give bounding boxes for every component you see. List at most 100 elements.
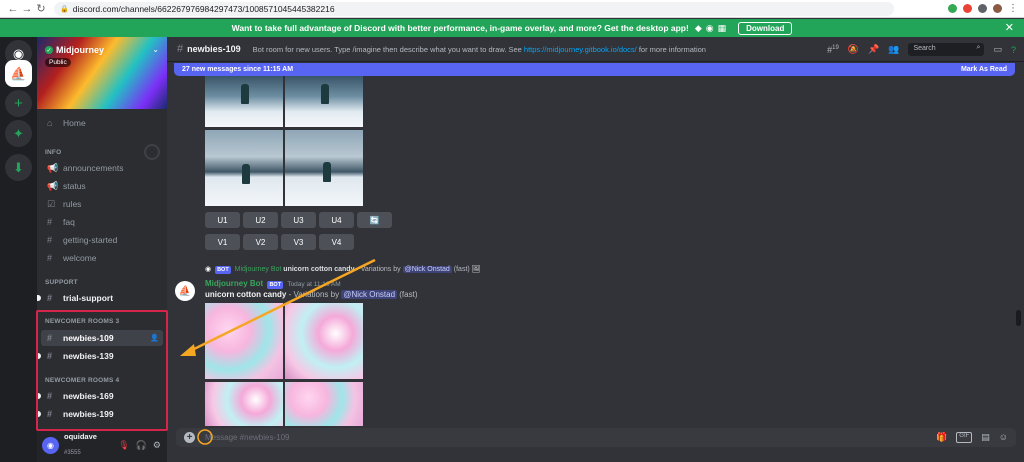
menu-dots-icon[interactable]: ⋮ bbox=[1008, 3, 1018, 14]
server-banner[interactable]: ✓ Midjourney Public ⌄ bbox=[37, 37, 167, 109]
megaphone-icon: 📢 bbox=[47, 162, 59, 173]
back-arrow-icon[interactable]: ← bbox=[6, 3, 20, 15]
channel-announcements[interactable]: 📢 announcements bbox=[41, 160, 163, 176]
image-tile[interactable] bbox=[285, 130, 363, 206]
profile-avatar-icon[interactable] bbox=[993, 4, 1002, 13]
variation-button-1[interactable]: V1 bbox=[205, 234, 240, 250]
address-bar[interactable]: 🔒 discord.com/channels/66226797698429747… bbox=[54, 1, 894, 16]
reply-reference[interactable]: ◉ BOT Midjourney Bot unicorn cotton cand… bbox=[205, 265, 481, 274]
chevron-down-icon[interactable]: ⌄ bbox=[152, 45, 159, 54]
channel-getting-started[interactable]: # getting-started bbox=[41, 232, 163, 248]
image-tile[interactable] bbox=[285, 76, 363, 127]
avatar[interactable]: ◉ bbox=[42, 437, 59, 454]
midjourney-server-icon[interactable]: ⛵ bbox=[5, 60, 32, 87]
message-composer[interactable]: + Message #newbies-109 🎁 GIF ▤ ☺ bbox=[176, 428, 1016, 447]
variation-button-3[interactable]: V3 bbox=[281, 234, 316, 250]
image-attachment-icon: 🖼 bbox=[471, 266, 481, 273]
docs-link[interactable]: https://midjourney.gitbook.io/docs/ bbox=[524, 45, 637, 54]
message-author[interactable]: Midjourney Bot bbox=[205, 279, 263, 288]
category-info[interactable]: INFO bbox=[45, 149, 61, 156]
explore-compass-icon[interactable]: ✦ bbox=[5, 120, 32, 147]
channel-trial-support[interactable]: # trial-support bbox=[37, 290, 163, 306]
gear-icon[interactable]: ⚙ bbox=[153, 440, 161, 451]
add-attachment-icon[interactable]: + bbox=[184, 432, 195, 443]
reroll-button[interactable]: 🔄 bbox=[357, 212, 392, 228]
download-apps-icon[interactable]: ⬇ bbox=[5, 154, 32, 181]
hash-icon: # bbox=[47, 253, 53, 263]
upscale-button-4[interactable]: U4 bbox=[319, 212, 354, 228]
avatar[interactable]: ⛵ bbox=[175, 281, 195, 301]
add-server-icon[interactable]: + bbox=[5, 90, 32, 117]
variation-button-2[interactable]: V2 bbox=[243, 234, 278, 250]
new-messages-bar[interactable]: 27 new messages since 11:15 AM Mark As R… bbox=[174, 63, 1015, 76]
search-input[interactable]: Search ⌕ bbox=[908, 43, 985, 56]
bot-badge: BOT bbox=[267, 281, 284, 289]
channel-rules[interactable]: ☑ rules bbox=[41, 196, 163, 212]
emoji-icon[interactable]: ☺ bbox=[999, 432, 1008, 443]
extension-icon[interactable] bbox=[963, 4, 972, 13]
hash-icon: # bbox=[47, 235, 53, 245]
variation-button-4[interactable]: V4 bbox=[319, 234, 354, 250]
help-icon[interactable]: ? bbox=[1011, 45, 1016, 55]
verified-check-icon: ✓ bbox=[45, 46, 53, 54]
forward-arrow-icon[interactable]: → bbox=[20, 3, 34, 15]
image-tile[interactable] bbox=[285, 382, 363, 426]
puzzle-icon[interactable] bbox=[978, 4, 987, 13]
mute-mic-icon[interactable]: 🎙 bbox=[118, 440, 129, 451]
user-info[interactable]: oquidave #3555 bbox=[64, 432, 97, 459]
reply-author[interactable]: Midjourney Bot bbox=[235, 266, 282, 273]
image-tile[interactable] bbox=[205, 382, 283, 426]
message-input[interactable]: Message #newbies-109 bbox=[205, 433, 290, 442]
reload-icon[interactable]: ↻ bbox=[34, 2, 48, 15]
mention[interactable]: @Nick Onstad bbox=[341, 290, 398, 299]
extensions-area: ⋮ bbox=[948, 3, 1018, 14]
mark-as-read-button[interactable]: Mark As Read bbox=[961, 66, 1007, 73]
user-controls: 🎙 🎧 ⚙ bbox=[118, 440, 161, 451]
bot-badge: BOT bbox=[215, 266, 231, 274]
download-button[interactable]: Download bbox=[738, 21, 793, 35]
image-tile[interactable] bbox=[285, 303, 363, 379]
inbox-icon[interactable]: ▭ bbox=[993, 44, 1002, 55]
sticker-icon[interactable]: ▤ bbox=[981, 432, 990, 443]
notification-bell-muted-icon[interactable]: 🔕 bbox=[848, 44, 859, 55]
refresh-icon: 🔄 bbox=[369, 215, 380, 225]
channel-status[interactable]: 📢 status bbox=[41, 178, 163, 194]
lock-icon: 🔒 bbox=[60, 5, 69, 13]
server-name[interactable]: ✓ Midjourney bbox=[45, 45, 104, 55]
browser-toolbar: ← → ↻ 🔒 discord.com/channels/66226797698… bbox=[0, 0, 1024, 18]
threaded-hash-icon: # bbox=[177, 43, 184, 55]
category-support[interactable]: SUPPORT bbox=[45, 279, 78, 286]
user-tag: #3555 bbox=[64, 449, 81, 456]
arrow-head bbox=[180, 344, 196, 356]
scrollbar-thumb[interactable] bbox=[1016, 310, 1021, 326]
message-header: Midjourney Bot BOT Today at 11:16 AM bbox=[205, 279, 341, 289]
upscale-button-1[interactable]: U1 bbox=[205, 212, 240, 228]
header-toolbar: #19 🔕 📌 👥 Search ⌕ ▭ ? bbox=[827, 43, 1016, 56]
image-tile[interactable] bbox=[205, 303, 283, 379]
channel-welcome[interactable]: # welcome bbox=[41, 250, 163, 266]
headphones-icon[interactable]: 🎧 bbox=[136, 440, 147, 451]
channel-topic[interactable]: Bot room for new users. Type /imagine th… bbox=[253, 45, 706, 54]
channel-title: newbies-109 bbox=[187, 44, 241, 54]
gif-button[interactable]: GIF bbox=[956, 432, 973, 443]
channel-faq[interactable]: # faq bbox=[41, 214, 163, 230]
member-list-icon[interactable]: 👥 bbox=[888, 44, 899, 55]
rules-icon: ☑ bbox=[47, 198, 56, 209]
server-rail: ◉ ⛵ + ✦ ⬇ bbox=[0, 37, 37, 462]
reply-avatar-icon: ◉ bbox=[205, 266, 212, 273]
mention[interactable]: @Nick Onstad bbox=[402, 266, 452, 273]
pin-icon[interactable]: 📌 bbox=[868, 44, 879, 55]
extension-icon[interactable] bbox=[948, 4, 957, 13]
url-text: discord.com/channels/662267976984297473/… bbox=[72, 3, 335, 14]
composer-toolbar: 🎁 GIF ▤ ☺ bbox=[936, 432, 1008, 443]
annotation-highlight-box bbox=[36, 310, 168, 431]
image-tile[interactable] bbox=[205, 130, 283, 206]
close-icon[interactable]: ✕ bbox=[1005, 21, 1014, 34]
image-tile[interactable] bbox=[205, 76, 283, 127]
upscale-button-3[interactable]: U3 bbox=[281, 212, 316, 228]
megaphone-icon: 📢 bbox=[47, 180, 59, 191]
gift-icon[interactable]: 🎁 bbox=[936, 432, 947, 443]
upscale-button-2[interactable]: U2 bbox=[243, 212, 278, 228]
threads-icon[interactable]: #19 bbox=[827, 45, 839, 55]
home-link[interactable]: ⌂ Home bbox=[41, 115, 163, 131]
